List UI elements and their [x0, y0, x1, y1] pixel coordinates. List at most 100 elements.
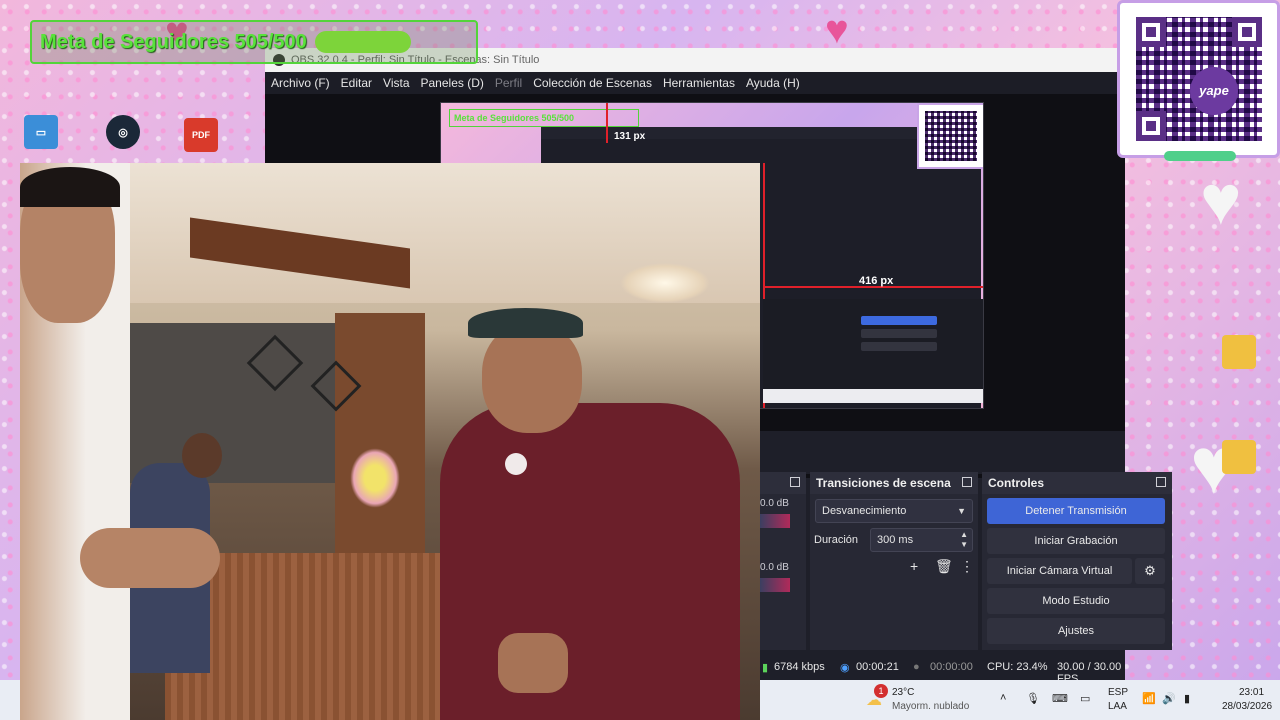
duration-value: 300 ms [877, 534, 914, 546]
volume-icon[interactable]: 🔊 [1162, 692, 1176, 705]
nested-virtualcam-button [861, 342, 937, 351]
shirt-badge [505, 453, 527, 475]
clock-date[interactable]: 28/03/2026 [1222, 701, 1272, 712]
person-background-head [182, 433, 222, 478]
menu-editar[interactable]: Editar [341, 76, 372, 90]
person-left-hands [80, 528, 220, 588]
follower-goal-overlay: Meta de Seguidores 505/500 [30, 20, 478, 64]
qr-caption-pill [1164, 151, 1236, 161]
weather-temp[interactable]: 23°C [892, 687, 914, 698]
audio-mixer-dock: 0.0 dB 0.0 dB [760, 472, 806, 650]
signal-bars-icon: ▮ [762, 662, 769, 674]
yape-qr-overlay: yape [1117, 0, 1280, 161]
desktop-icon-recycle[interactable]: ▭ [10, 115, 72, 152]
language-top[interactable]: ESP [1108, 687, 1128, 698]
undock-icon[interactable] [962, 477, 972, 487]
transition-select[interactable]: Desvanecimiento ▼ [815, 499, 973, 523]
start-virtual-camera-button[interactable]: Iniciar Cámara Virtual [987, 558, 1132, 584]
monitor-icon: ▭ [24, 115, 58, 149]
more-options-icon[interactable]: ⋮ [960, 558, 974, 575]
bitrate-value: 6784 kbps [774, 661, 825, 673]
stream-time: 00:00:21 [856, 661, 899, 673]
desktop-icon-archivos[interactable] [1208, 440, 1270, 477]
menu-paneles[interactable]: Paneles (D) [421, 76, 484, 90]
keyboard-icon[interactable]: ⌨ [1052, 692, 1068, 705]
weather-description[interactable]: Mayorm. nublado [892, 701, 969, 712]
menu-archivo[interactable]: Archivo (F) [271, 76, 330, 90]
trash-icon[interactable]: 🗑 [935, 558, 953, 575]
pdf-icon: PDF [184, 118, 218, 152]
add-transition-icon[interactable]: + [910, 558, 918, 574]
language-bottom[interactable]: LAA [1108, 701, 1127, 712]
gear-icon[interactable]: ⚙ [1135, 558, 1165, 584]
chevron-up-icon[interactable]: ˄ [1000, 692, 1006, 704]
clock-time[interactable]: 23:01 [1239, 687, 1264, 698]
desktop-icon-steam[interactable]: ◎ [92, 115, 154, 152]
qr-finder [1232, 17, 1262, 47]
audio-meter [760, 514, 790, 528]
stream-icon: ◉ [840, 662, 850, 674]
chevron-down-icon: ▼ [957, 506, 966, 516]
wifi-icon[interactable]: 📶 [1142, 692, 1156, 705]
qr-finder [1136, 17, 1166, 47]
scene-transitions-header: Transiciones de escena [810, 472, 978, 494]
menu-coleccion-escenas[interactable]: Colección de Escenas [533, 76, 652, 90]
undock-icon[interactable] [790, 477, 800, 487]
controls-title: Controles [988, 476, 1045, 490]
folder-icon [1222, 440, 1256, 474]
nested-guide-line [606, 103, 608, 143]
nested-qr-code [917, 103, 983, 169]
folder-icon [1222, 335, 1256, 369]
menu-perfil[interactable]: Perfil [495, 76, 522, 90]
duration-field[interactable]: 300 ms ▲ ▼ [870, 528, 973, 552]
desktop-icon-pdf[interactable]: PDF [170, 118, 232, 155]
duration-label: Duración [814, 534, 859, 546]
studio-mode-button[interactable]: Modo Estudio [987, 588, 1165, 614]
person-center-face [482, 323, 582, 433]
display-icon[interactable]: ▭ [1080, 692, 1090, 705]
yape-logo: yape [1190, 67, 1238, 115]
spin-arrows-icon[interactable]: ▲ ▼ [960, 530, 968, 550]
scene-transitions-dock: Transiciones de escena Desvanecimiento ▼… [810, 472, 978, 650]
scene-transitions-title: Transiciones de escena [816, 476, 951, 490]
nested-meta-overlay: Meta de Seguidores 505/500 [449, 109, 639, 127]
nested-taskbar [763, 389, 983, 403]
audio-meter [760, 578, 790, 592]
person-center-cap [468, 308, 583, 338]
start-recording-button[interactable]: Iniciar Grabación [987, 528, 1165, 554]
flower-vase [350, 448, 400, 508]
cpu-usage: CPU: 23.4% [987, 661, 1048, 673]
follower-goal-progress-bar [314, 31, 411, 53]
menu-herramientas[interactable]: Herramientas [663, 76, 735, 90]
transition-select-value: Desvanecimiento [822, 505, 907, 517]
menu-vista[interactable]: Vista [383, 76, 409, 90]
wood-pillar [335, 313, 425, 573]
microphone-icon[interactable]: 🎙 [1026, 692, 1040, 705]
width-guide-label: 131 px [614, 131, 646, 142]
follower-goal-text: Meta de Seguidores 505/500 [40, 30, 307, 53]
qr-finder [1136, 111, 1166, 141]
height-guide-label: 416 px [859, 275, 894, 287]
nested-record-button [861, 329, 937, 338]
qr-code: yape [1136, 17, 1262, 141]
steam-icon: ◎ [106, 115, 140, 149]
ceiling-light [620, 263, 710, 303]
audio-db-bottom: 0.0 dB [760, 562, 789, 573]
obs-menu-bar: Archivo (F) Editar Vista Paneles (D) Per… [265, 72, 1125, 94]
webcam-feed [20, 163, 760, 720]
settings-button[interactable]: Ajustes [987, 618, 1165, 644]
desktop-icon-maquina[interactable] [1208, 335, 1270, 372]
heart-decoration: ♥ [1200, 161, 1242, 239]
battery-icon[interactable]: ▮ [1184, 692, 1190, 705]
notification-badge: 1 [874, 684, 888, 698]
stop-stream-button[interactable]: Detener Transmisión [987, 498, 1165, 524]
controls-dock: Controles Detener Transmisión Iniciar Gr… [982, 472, 1172, 650]
nested-stop-button [861, 316, 937, 325]
menu-ayuda[interactable]: Ayuda (H) [746, 76, 800, 90]
person-center-shirt [440, 403, 740, 720]
controls-header: Controles [982, 472, 1172, 494]
person-center-hand [498, 633, 568, 693]
audio-mixer-header [760, 472, 806, 494]
person-left-hair [20, 167, 120, 207]
undock-icon[interactable] [1156, 477, 1166, 487]
